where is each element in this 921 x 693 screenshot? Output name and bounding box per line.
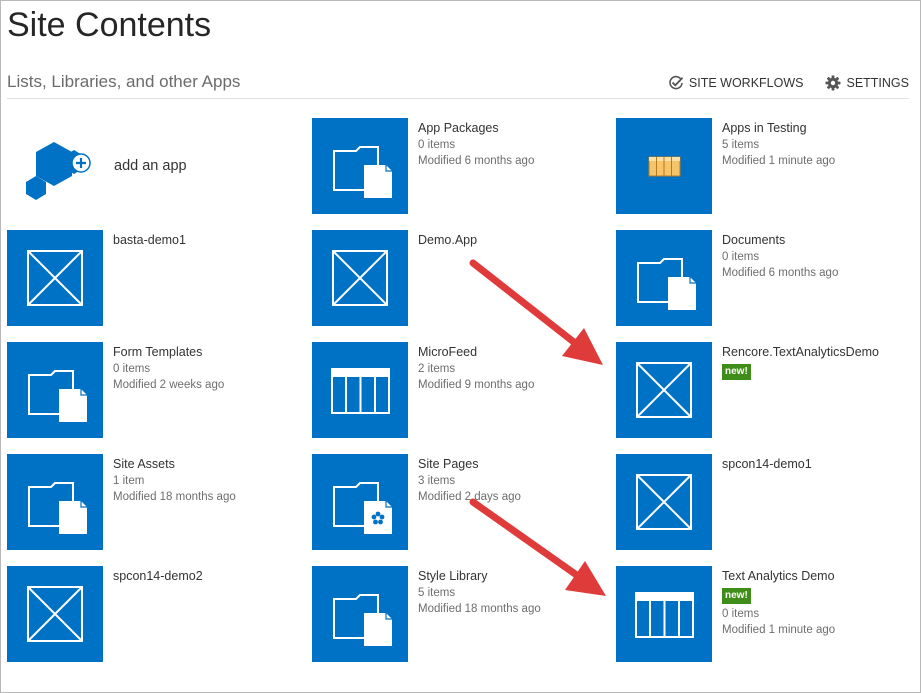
app-name[interactable]: spcon14-demo2 — [113, 568, 303, 585]
app-tile-rencore-textanalyticsdemo: Rencore.TextAnalyticsDemo new! — [616, 342, 916, 438]
app-name[interactable]: Site Assets — [113, 456, 303, 473]
app-modified: Modified 18 months ago — [113, 491, 236, 503]
app-tile-form-templates: Form Templates 0 items Modified 2 weeks … — [7, 342, 307, 438]
header-divider — [7, 98, 909, 99]
page-subtitle: Lists, Libraries, and other Apps — [7, 72, 241, 91]
app-tile-apps-in-testing: Apps in Testing 5 items Modified 1 minut… — [616, 118, 916, 214]
site-workflows-label: SITE WORKFLOWS — [688, 76, 804, 90]
new-badge: new! — [722, 588, 751, 604]
workflow-check-icon — [668, 75, 684, 91]
app-tile-documents: Documents 0 items Modified 6 months ago — [616, 230, 916, 326]
add-an-app-button[interactable]: add an app — [20, 128, 290, 208]
app-name[interactable]: Form Templates — [113, 344, 303, 361]
settings-label: SETTINGS — [846, 76, 909, 90]
app-modified: Modified 6 months ago — [418, 155, 535, 167]
app-packages-tile[interactable] — [312, 118, 408, 214]
toolbar: SITE WORKFLOWS SETTINGS — [668, 75, 909, 91]
app-item-count: 0 items — [722, 608, 760, 620]
app-item-count: 3 items — [418, 475, 456, 487]
app-name[interactable]: App Packages — [418, 120, 608, 137]
app-name[interactable]: Text Analytics Demo — [722, 568, 912, 585]
demo-app-tile[interactable] — [312, 230, 408, 326]
app-name[interactable]: Rencore.TextAnalyticsDemo — [722, 344, 912, 361]
app-item-count: 2 items — [418, 363, 456, 375]
app-tile-spcon14-demo2: spcon14-demo2 — [7, 566, 307, 662]
spcon14-demo2-tile[interactable] — [7, 566, 103, 662]
new-badge: new! — [722, 364, 751, 380]
app-name[interactable]: MicroFeed — [418, 344, 608, 361]
app-tile-demo-app: Demo.App — [312, 230, 612, 326]
app-tile-app-packages: App Packages 0 items Modified 6 months a… — [312, 118, 612, 214]
text-analytics-demo-tile[interactable] — [616, 566, 712, 662]
basta-demo1-tile[interactable] — [7, 230, 103, 326]
app-modified: Modified 1 minute ago — [722, 624, 836, 636]
app-tile-microfeed: MicroFeed 2 items Modified 9 months ago — [312, 342, 612, 438]
app-modified: Modified 2 days ago — [418, 491, 521, 503]
site-assets-tile[interactable] — [7, 454, 103, 550]
app-name[interactable]: Documents — [722, 232, 912, 249]
app-modified: Modified 9 months ago — [418, 379, 535, 391]
app-tile-text-analytics-demo: Text Analytics Demo new! 0 items Modifie… — [616, 566, 916, 662]
app-item-count: 0 items — [113, 363, 151, 375]
form-templates-tile[interactable] — [7, 342, 103, 438]
app-name[interactable]: Site Pages — [418, 456, 608, 473]
app-modified: Modified 18 months ago — [418, 603, 541, 615]
style-library-tile[interactable] — [312, 566, 408, 662]
spcon14-demo1-tile[interactable] — [616, 454, 712, 550]
page-title: Site Contents — [7, 6, 212, 44]
gear-icon — [825, 75, 841, 91]
app-item-count: 0 items — [418, 139, 456, 151]
site-pages-tile[interactable] — [312, 454, 408, 550]
app-tile-spcon14-demo1: spcon14-demo1 — [616, 454, 916, 550]
app-name[interactable]: Style Library — [418, 568, 608, 585]
app-tile-site-pages: Site Pages 3 items Modified 2 days ago — [312, 454, 612, 550]
settings-button[interactable]: SETTINGS — [825, 75, 909, 91]
app-name[interactable]: Demo.App — [418, 232, 608, 249]
app-name[interactable]: Apps in Testing — [722, 120, 912, 137]
microfeed-tile[interactable] — [312, 342, 408, 438]
app-tile-site-assets: Site Assets 1 item Modified 18 months ag… — [7, 454, 307, 550]
app-name[interactable]: basta-demo1 — [113, 232, 303, 249]
app-item-count: 5 items — [418, 587, 456, 599]
app-tile-style-library: Style Library 5 items Modified 18 months… — [312, 566, 612, 662]
app-tile-basta-demo1: basta-demo1 — [7, 230, 307, 326]
app-item-count: 1 item — [113, 475, 145, 487]
documents-tile[interactable] — [616, 230, 712, 326]
app-modified: Modified 2 weeks ago — [113, 379, 225, 391]
apps-in-testing-tile[interactable] — [616, 118, 712, 214]
site-workflows-button[interactable]: SITE WORKFLOWS — [668, 75, 804, 91]
add-an-app-label: add an app — [114, 158, 187, 174]
app-modified: Modified 1 minute ago — [722, 155, 836, 167]
rencore-textanalyticsdemo-tile[interactable] — [616, 342, 712, 438]
app-item-count: 5 items — [722, 139, 760, 151]
app-item-count: 0 items — [722, 251, 760, 263]
app-name[interactable]: spcon14-demo1 — [722, 456, 912, 473]
app-modified: Modified 6 months ago — [722, 267, 839, 279]
